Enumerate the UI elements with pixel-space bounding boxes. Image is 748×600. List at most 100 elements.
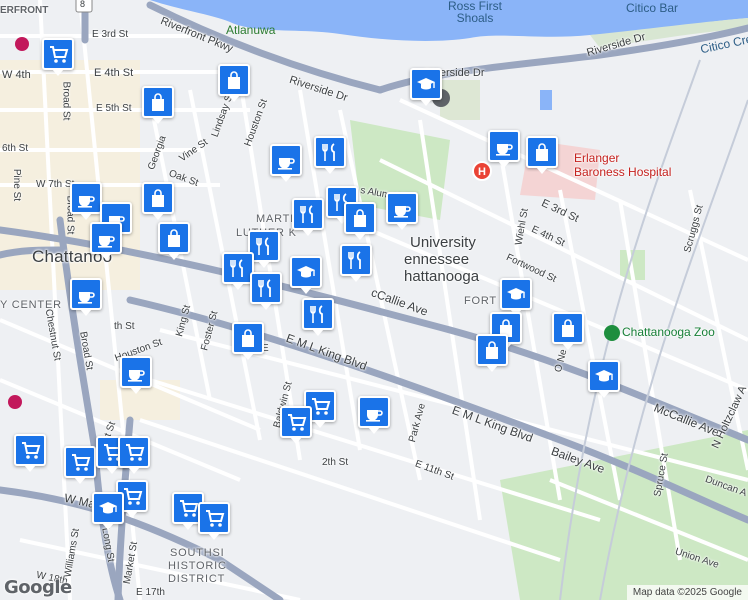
school-marker[interactable] xyxy=(410,68,442,106)
restaurant-marker[interactable] xyxy=(250,272,282,310)
coffee-cup-icon xyxy=(78,196,95,208)
label-w-7th: W 7th St xyxy=(36,179,75,190)
cafe-marker[interactable] xyxy=(488,130,520,168)
svg-text:H: H xyxy=(478,166,486,178)
label-broad-st-1: Broad St xyxy=(60,81,72,121)
label-e-5th: E 5th St xyxy=(96,103,132,114)
shopping-bag-marker[interactable] xyxy=(526,136,558,174)
restaurant-marker[interactable] xyxy=(292,198,324,236)
shopping-bag-marker[interactable] xyxy=(142,182,174,220)
label-w-4th: W 4th xyxy=(2,69,31,81)
shopping-bag-marker[interactable] xyxy=(158,222,190,260)
label-th-st: th St xyxy=(114,321,135,332)
shopping-cart-icon xyxy=(180,500,199,517)
label-erlanger-2: Baroness Hospital xyxy=(574,165,672,179)
shopping-bag-icon xyxy=(152,93,164,111)
label-southside-3: DISTRICT xyxy=(168,573,226,585)
cafe-marker[interactable] xyxy=(386,192,418,230)
shopping-cart-marker[interactable] xyxy=(64,446,96,484)
coffee-cup-icon xyxy=(98,236,115,248)
label-southside-1: SOUTHSI xyxy=(170,547,225,559)
shopping-cart-marker[interactable] xyxy=(42,38,74,76)
coffee-cup-icon xyxy=(394,206,411,218)
map-attribution[interactable]: Map data ©2025 Google xyxy=(626,585,748,600)
label-pine-st: Pine St xyxy=(11,168,23,202)
fork-knife-icon xyxy=(258,279,271,297)
shopping-cart-icon xyxy=(206,510,225,527)
shopping-bag-marker[interactable] xyxy=(552,312,584,350)
coffee-cup-icon xyxy=(128,370,145,382)
cafe-marker[interactable] xyxy=(90,222,122,260)
restaurant-marker[interactable] xyxy=(340,244,372,282)
shopping-bag-marker[interactable] xyxy=(218,64,250,102)
cafe-marker[interactable] xyxy=(70,182,102,220)
google-logo: Google xyxy=(4,577,72,598)
coffee-cup-icon xyxy=(78,292,95,304)
shopping-cart-marker[interactable] xyxy=(118,436,150,474)
label-atlanuwa: Atlanuwa xyxy=(226,23,276,37)
shopping-cart-icon xyxy=(312,398,331,415)
cafe-marker[interactable] xyxy=(70,278,102,316)
shopping-bag-icon xyxy=(536,143,548,161)
shopping-cart-icon xyxy=(72,454,91,471)
fork-knife-icon xyxy=(256,237,269,255)
shopping-bag-icon xyxy=(486,341,498,359)
shopping-cart-icon xyxy=(22,442,41,459)
cafe-marker[interactable] xyxy=(358,396,390,434)
shopping-cart-icon xyxy=(126,444,145,461)
shopping-bag-marker[interactable] xyxy=(476,334,508,372)
fork-knife-icon xyxy=(310,305,323,323)
school-icon xyxy=(99,502,117,514)
shopping-bag-icon xyxy=(242,329,254,347)
shopping-bag-icon xyxy=(562,319,574,337)
fork-knife-icon xyxy=(322,143,335,161)
shopping-cart-marker[interactable] xyxy=(198,502,230,540)
label-e-17th: E 17th xyxy=(136,587,165,598)
landmark-icon xyxy=(15,37,29,51)
label-12th: 2th St xyxy=(322,457,349,468)
shopping-bag-marker[interactable] xyxy=(232,322,264,360)
landmark-icon xyxy=(8,395,22,409)
school-icon xyxy=(507,288,525,300)
label-citico-bar: Citico Bar xyxy=(626,1,679,15)
school-icon xyxy=(297,266,315,278)
cafe-marker[interactable] xyxy=(120,356,152,394)
shopping-bag-marker[interactable] xyxy=(142,86,174,124)
school-marker[interactable] xyxy=(92,492,124,530)
label-zoo: Chattanooga Zoo xyxy=(622,325,715,339)
school-icon xyxy=(595,370,613,382)
label-ross-shoals: Ross First Shoals xyxy=(448,0,502,25)
shopping-cart-marker[interactable] xyxy=(14,434,46,472)
label-6th: 6th St xyxy=(2,143,29,154)
coffee-cup-icon xyxy=(278,158,295,170)
label-route-8: 8 xyxy=(80,0,86,9)
shopping-cart-icon xyxy=(124,488,143,505)
fork-knife-icon xyxy=(300,205,313,223)
coffee-cup-icon xyxy=(366,410,383,422)
restaurant-marker[interactable] xyxy=(302,298,334,336)
label-university-2: ennessee xyxy=(404,251,470,268)
shopping-bag-icon xyxy=(168,229,180,247)
label-riverfront: ERFRONT xyxy=(0,5,49,16)
school-marker[interactable] xyxy=(290,256,322,294)
shopping-cart-icon xyxy=(50,46,69,63)
cafe-marker[interactable] xyxy=(270,144,302,182)
label-e-3rd-nw: E 3rd St xyxy=(92,29,129,40)
label-e-4th-nw: E 4th St xyxy=(94,67,134,79)
school-marker[interactable] xyxy=(500,278,532,316)
zoo-icon xyxy=(604,325,620,341)
coffee-cup-icon xyxy=(496,144,513,156)
shopping-bag-icon xyxy=(152,189,164,207)
school-marker[interactable] xyxy=(588,360,620,398)
label-university-3: hattanooga xyxy=(404,268,480,285)
label-university-1: University xyxy=(410,234,476,251)
label-southside-2: HISTORIC xyxy=(168,560,227,572)
school-icon xyxy=(417,78,435,90)
restaurant-marker[interactable] xyxy=(314,136,346,174)
fork-knife-icon xyxy=(230,259,243,277)
shopping-bag-icon xyxy=(228,71,240,89)
shopping-cart-marker[interactable] xyxy=(280,406,312,444)
shopping-cart-icon xyxy=(288,414,307,431)
label-erlanger-1: Erlanger xyxy=(574,151,620,165)
shopping-bag-marker[interactable] xyxy=(344,202,376,240)
